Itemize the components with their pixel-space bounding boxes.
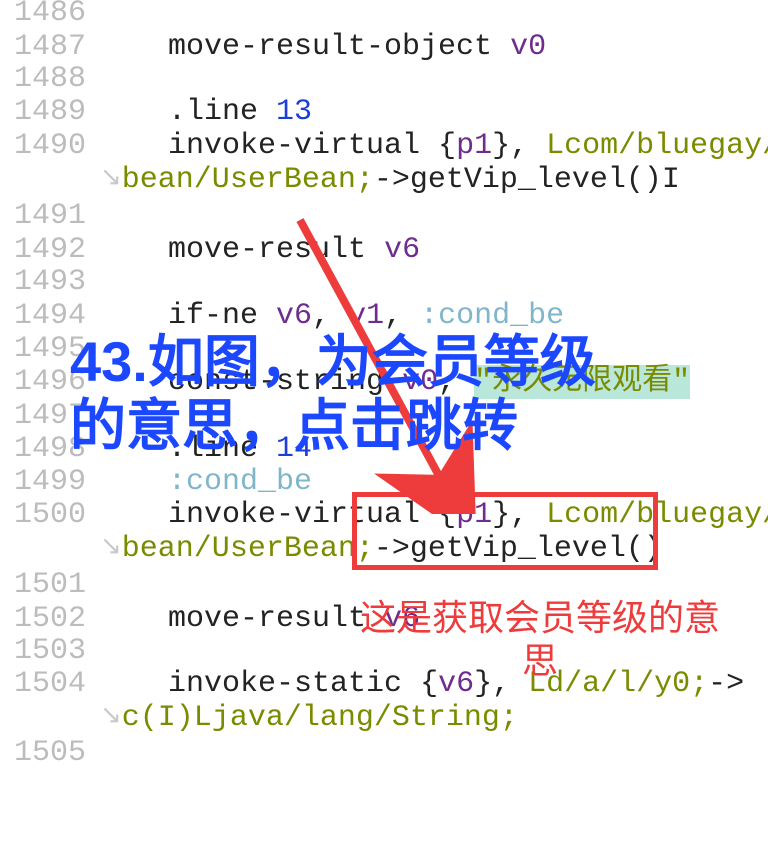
code-line[interactable]: .line 14 (100, 434, 768, 464)
code-line-wrap[interactable]: ↘bean/UserBean;->getVip_level()I (100, 165, 768, 195)
code-editor[interactable]: 1486 1487 1488 1489 1490 1491 1492 1493 … (0, 0, 768, 856)
directive-line: .line (168, 432, 258, 466)
code-line[interactable]: .line 13 (100, 97, 768, 127)
line-number: 1503 (0, 636, 86, 666)
line-number: 1498 (0, 434, 86, 464)
string-literal-highlighted[interactable]: "永久无限观看" (474, 365, 690, 399)
line-number: 1499 (0, 467, 86, 497)
register-v6: v6 (276, 299, 312, 333)
directive-line: .line (168, 95, 258, 129)
register-v1: v1 (348, 299, 384, 333)
line-number: 1502 (0, 604, 86, 634)
keyword-move-result: move-result (168, 602, 366, 636)
line-number: 1489 (0, 97, 86, 127)
comma: , (510, 498, 528, 532)
code-line[interactable]: const-string v0, "永久无限观看" (100, 367, 768, 397)
class-ref-lcom-bluegay: Lcom/bluegay/ (546, 498, 768, 532)
code-line[interactable]: move-result-object v0 (100, 32, 768, 62)
line-number: 1501 (0, 570, 86, 600)
code-line-wrap[interactable]: ↘c(I)Ljava/lang/String; (100, 703, 768, 733)
line-number: 1496 (0, 367, 86, 397)
register-v0: v0 (510, 30, 546, 64)
line-number: 1490 (0, 131, 86, 161)
wrap-arrow-icon: ↘ (100, 165, 122, 191)
register-v6: v6 (438, 667, 474, 701)
comma: , (312, 299, 330, 333)
code-line[interactable]: invoke-virtual {p1}, Lcom/bluegay/ (100, 131, 768, 161)
line-number: 1495 (0, 334, 86, 364)
line-number: 1504 (0, 669, 86, 699)
code-line[interactable]: invoke-static {v6}, Ld/a/l/y0;-> (100, 669, 768, 699)
brace-open: { (438, 129, 456, 163)
brace-open: { (420, 667, 438, 701)
wrap-arrow-icon: ↘ (100, 534, 122, 560)
code-line-wrap[interactable]: ↘bean/UserBean;->getVip_level() (100, 534, 768, 564)
comma: , (384, 299, 402, 333)
keyword-invoke-virtual: invoke-virtual (168, 498, 420, 532)
line-number: 1486 (0, 0, 86, 28)
code-line[interactable]: move-result v6 (100, 604, 768, 634)
register-v6: v6 (384, 602, 420, 636)
class-ref-ld-a-l-y0: Ld/a/l/y0; (528, 667, 708, 701)
keyword-move-result-object: move-result-object (168, 30, 492, 64)
line-number: 1497 (0, 401, 86, 431)
line-number: 1494 (0, 301, 86, 331)
line-number: 1491 (0, 201, 86, 231)
keyword-const-string: const-string (168, 365, 384, 399)
brace-open: { (438, 498, 456, 532)
line-number: 1492 (0, 235, 86, 265)
register-p1: p1 (456, 498, 492, 532)
keyword-move-result: move-result (168, 233, 366, 267)
line-number: 1488 (0, 64, 86, 94)
code-line[interactable]: invoke-virtual {p1}, Lcom/bluegay/ (100, 500, 768, 530)
comma: , (510, 129, 528, 163)
branch-label-cond-be: :cond_be (168, 465, 312, 499)
method-c-i-ljava-lang-string: c(I)Ljava/lang/String; (122, 701, 518, 735)
code-line[interactable]: if-ne v6, v1, :cond_be (100, 301, 768, 331)
method-getvip-level: ->getVip_level() (374, 532, 662, 566)
method-arrow: -> (708, 667, 744, 701)
class-ref-bean-userbean: bean/UserBean; (122, 163, 374, 197)
line-number: 1487 (0, 32, 86, 62)
line-number: 1500 (0, 500, 86, 530)
keyword-if-ne: if-ne (168, 299, 258, 333)
branch-cond-be: :cond_be (420, 299, 564, 333)
line-number: 1505 (0, 738, 86, 768)
register-v0: v0 (402, 365, 438, 399)
number-13: 13 (276, 95, 312, 129)
wrap-arrow-icon: ↘ (100, 703, 122, 729)
line-number-gutter: 1486 1487 1488 1489 1490 1491 1492 1493 … (0, 0, 96, 856)
keyword-invoke-virtual: invoke-virtual (168, 129, 420, 163)
line-number: 1493 (0, 267, 86, 297)
keyword-invoke-static: invoke-static (168, 667, 402, 701)
number-14: 14 (276, 432, 312, 466)
class-ref-bean-userbean: bean/UserBean; (122, 532, 374, 566)
comma: , (438, 365, 456, 399)
brace-close: } (492, 498, 510, 532)
code-line[interactable]: move-result v6 (100, 235, 768, 265)
code-area[interactable]: move-result-object v0 .line 13 invoke-vi… (100, 0, 768, 856)
class-ref-lcom-bluegay: Lcom/bluegay/ (546, 129, 768, 163)
register-p1: p1 (456, 129, 492, 163)
brace-close: } (474, 667, 492, 701)
method-getvip-level-i: ->getVip_level()I (374, 163, 680, 197)
code-line[interactable]: :cond_be (100, 467, 768, 497)
register-v6: v6 (384, 233, 420, 267)
brace-close: } (492, 129, 510, 163)
comma: , (492, 667, 510, 701)
